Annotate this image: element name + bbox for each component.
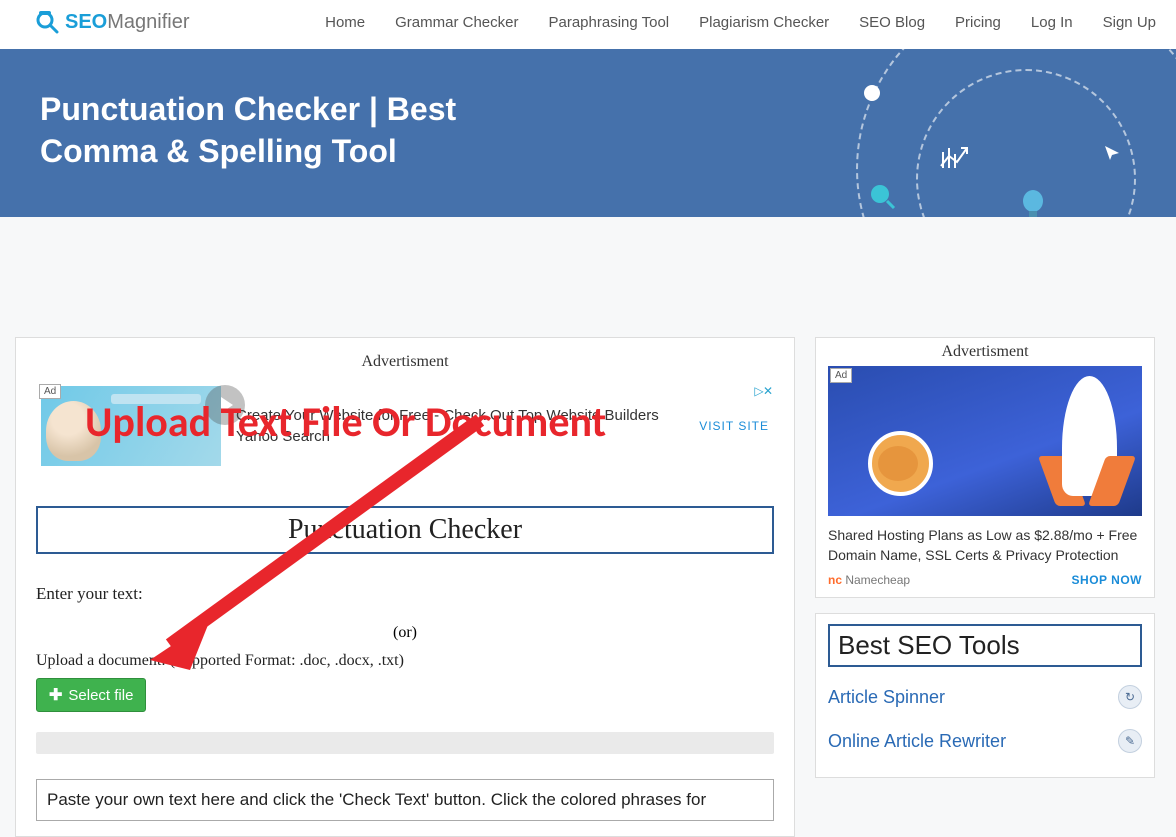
upload-label: Upload a document: (Supported Format: .d… — [36, 652, 774, 670]
tools-title-text: Best SEO Tools — [838, 630, 1020, 660]
sidebar-tools: Best SEO Tools Article Spinner ↻ Online … — [815, 613, 1155, 778]
ad-subline: Yahoo Search — [236, 426, 684, 447]
adchoices-icon[interactable]: ▷ ✕ — [754, 384, 771, 398]
nav-login[interactable]: Log In — [1031, 14, 1073, 31]
progress-bar — [36, 732, 774, 754]
tool-link-article-spinner[interactable]: Article Spinner — [828, 687, 945, 708]
sidebar-ad-label: Advertisment — [828, 343, 1142, 361]
nav-blog[interactable]: SEO Blog — [859, 14, 925, 31]
nav-pricing[interactable]: Pricing — [955, 14, 1001, 31]
ad-headline: Create Your Website for Free - Check Out… — [236, 405, 684, 426]
tool-row-article-rewriter: Online Article Rewriter ✎ — [828, 723, 1142, 767]
spinner-icon: ↻ — [1118, 685, 1142, 709]
select-file-label: Select file — [68, 687, 133, 704]
nav-signup[interactable]: Sign Up — [1103, 14, 1156, 31]
chart-up-icon — [939, 144, 971, 170]
hero-graphics — [776, 49, 1176, 217]
magnifier-icon — [35, 10, 59, 34]
search-ball-icon — [870, 184, 896, 210]
tool-title-text: Punctuation Checker — [288, 514, 522, 545]
ad-text: Create Your Website for Free - Check Out… — [236, 405, 684, 447]
sidebar: Advertisment Ad ▷ ✕ Shared Hosting Plans… — [815, 337, 1155, 837]
page-title: Punctuation Checker | Best Comma & Spell… — [40, 89, 540, 172]
tool-link-article-rewriter[interactable]: Online Article Rewriter — [828, 731, 1006, 752]
logo-text: SEOMagnifier — [65, 11, 190, 34]
paste-textarea[interactable]: Paste your own text here and click the '… — [36, 779, 774, 821]
nav-links: Home Grammar Checker Paraphrasing Tool P… — [325, 14, 1156, 31]
sidebar-ad-cta[interactable]: SHOP NOW — [1072, 573, 1142, 587]
or-separator: (or) — [36, 624, 774, 642]
content: Advertisment Ad ▷ ✕ Create Your Website … — [0, 217, 1176, 837]
sidebar-ad-brand: Namecheap — [828, 573, 910, 587]
ad-label: Advertisment — [36, 353, 774, 371]
nav-plagiarism[interactable]: Plagiarism Checker — [699, 14, 829, 31]
sidebar-ad-text: Shared Hosting Plans as Low as $2.88/mo … — [828, 516, 1142, 573]
select-file-button[interactable]: ✚ Select file — [36, 678, 146, 712]
tool-title: Punctuation Checker — [36, 506, 774, 554]
main-ad[interactable]: Ad ▷ ✕ Create Your Website for Free - Ch… — [36, 381, 774, 481]
ad-badge: Ad — [39, 384, 61, 399]
nav-grammar[interactable]: Grammar Checker — [395, 14, 518, 31]
logo[interactable]: SEOMagnifier — [35, 10, 190, 34]
top-nav: SEOMagnifier Home Grammar Checker Paraph… — [0, 0, 1176, 49]
ad-badge: Ad — [830, 368, 852, 383]
tool-row-article-spinner: Article Spinner ↻ — [828, 679, 1142, 723]
hero-banner: Punctuation Checker | Best Comma & Spell… — [0, 49, 1176, 217]
nav-home[interactable]: Home — [325, 14, 365, 31]
sidebar-ad-image — [828, 366, 1142, 516]
dot-icon — [863, 84, 881, 102]
tools-title: Best SEO Tools — [828, 624, 1142, 667]
plus-icon: ✚ — [49, 685, 62, 705]
rewriter-icon: ✎ — [1118, 729, 1142, 753]
cursor-icon — [1103, 144, 1121, 162]
main-column: Advertisment Ad ▷ ✕ Create Your Website … — [15, 337, 795, 837]
enter-text-label: Enter your text: — [36, 584, 774, 604]
play-icon[interactable] — [205, 385, 245, 425]
ad-visit-link[interactable]: VISIT SITE — [699, 419, 769, 433]
bulb-icon — [1020, 189, 1046, 217]
nav-paraphrase[interactable]: Paraphrasing Tool — [548, 14, 669, 31]
sidebar-ad[interactable]: Advertisment Ad ▷ ✕ Shared Hosting Plans… — [815, 337, 1155, 598]
ad-thumbnail — [41, 386, 221, 466]
